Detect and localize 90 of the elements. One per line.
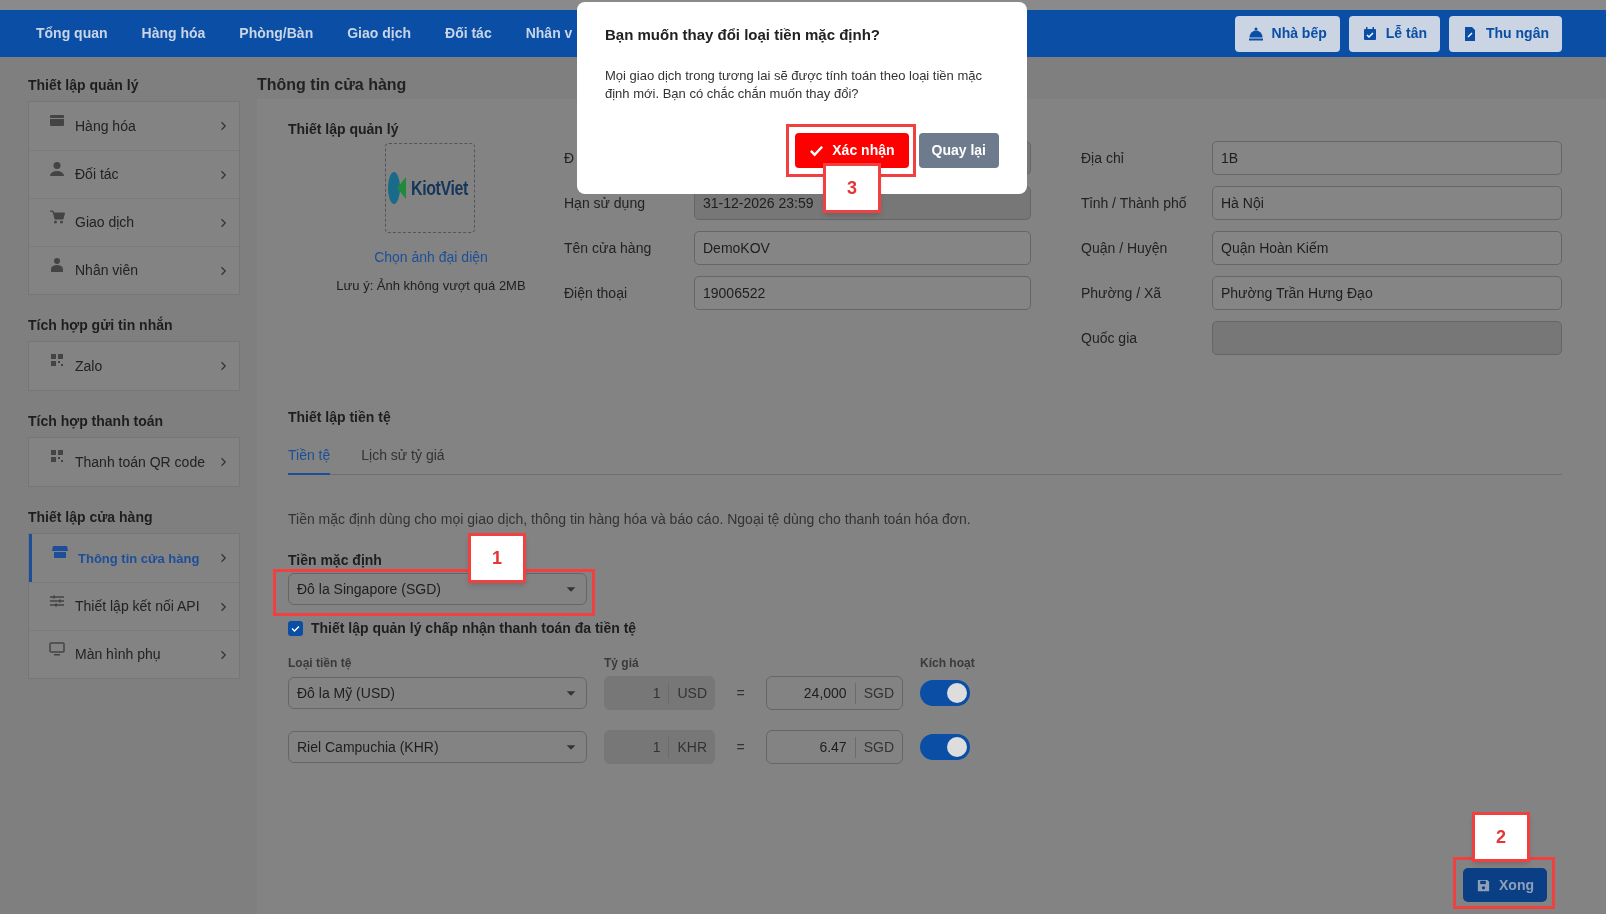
nav-item[interactable]: Giao dịch bbox=[339, 19, 419, 48]
logo-text: KiotViet bbox=[411, 176, 469, 201]
monitor-icon bbox=[49, 641, 65, 657]
equals-sign: = bbox=[735, 737, 746, 757]
sidebar-section-title: Tích hợp gửi tin nhắn bbox=[28, 315, 174, 335]
toolbar-button[interactable]: Lễ tân bbox=[1348, 15, 1440, 52]
toolbar-button[interactable]: Thu ngân bbox=[1449, 15, 1562, 52]
field-label: Tiền mặc định bbox=[288, 552, 382, 568]
text-field[interactable]: Quận Hoàn Kiếm bbox=[1212, 231, 1562, 265]
sidebar-item-label: Zalo bbox=[75, 357, 104, 375]
checkbox[interactable] bbox=[288, 621, 303, 636]
sidebar-item[interactable]: Thanh toán QR code bbox=[29, 438, 239, 486]
rate-field: 1 USD bbox=[604, 676, 715, 710]
toolbar-button[interactable]: Nhà bếp bbox=[1234, 15, 1340, 52]
grid-icon bbox=[49, 448, 65, 464]
field-label: Quốc gia bbox=[1081, 328, 1139, 348]
dialog-message: Mọi giao dịch trong tương lai sẽ được tính toán theo loại tiền mặc định mới. Bạn có chắc chắn muốn thay đổi? bbox=[605, 66, 983, 103]
field-label: Tên cửa hàng bbox=[564, 238, 653, 258]
section-title: Thiết lập quản lý bbox=[288, 120, 399, 139]
box-icon bbox=[49, 112, 65, 128]
sidebar-item[interactable]: Thiết lập kết nối API bbox=[29, 582, 239, 630]
dialog-title: Bạn muốn thay đổi loại tiền mặc định? bbox=[605, 25, 882, 45]
field-label: Hạn sử dụng bbox=[564, 193, 646, 213]
step-number-callout: 3 bbox=[823, 163, 881, 213]
rate-field: 1 KHR bbox=[604, 730, 715, 764]
text-field[interactable]: Phường Trần Hưng Đạo bbox=[1212, 276, 1562, 310]
column-header: Tỷ giá bbox=[604, 655, 640, 672]
field-label: Điện thoại bbox=[564, 283, 629, 303]
confirm-button[interactable]: Xác nhận bbox=[795, 132, 909, 168]
sidebar-item[interactable]: Màn hình phụ bbox=[29, 630, 239, 678]
toggle-switch[interactable] bbox=[920, 680, 970, 706]
currency-tab[interactable]: Lịch sử tỷ giá bbox=[361, 445, 445, 474]
field-label: Quận / Huyện bbox=[1081, 238, 1169, 258]
person-icon bbox=[49, 257, 65, 273]
currency-dropdown[interactable]: Riel Campuchia (KHR) bbox=[288, 731, 587, 763]
step-number-callout: 1 bbox=[468, 533, 526, 583]
logo-mark-icon bbox=[387, 171, 408, 205]
section-title: Thiết lập tiền tệ bbox=[288, 408, 392, 427]
checkmark-icon bbox=[290, 623, 301, 634]
sidebar-section-title: Tích hợp thanh toán bbox=[28, 412, 165, 431]
nav-item[interactable]: Phòng/Bàn bbox=[231, 19, 322, 48]
nav-item[interactable]: Nhân v bbox=[517, 19, 581, 48]
nav-item[interactable]: Hàng hóa bbox=[133, 19, 214, 48]
field-label: Phường / Xã bbox=[1081, 283, 1163, 303]
text-field[interactable]: 19006522 bbox=[694, 276, 1031, 310]
column-header: Kích hoạt bbox=[920, 655, 975, 672]
currency-dropdown[interactable]: Đô la Mỹ (USD) bbox=[288, 677, 587, 709]
cloche-icon bbox=[1247, 25, 1264, 42]
cart-icon bbox=[49, 209, 65, 225]
column-header: Loại tiền tệ bbox=[288, 655, 353, 672]
sidebar-item-label: Hàng hóa bbox=[75, 117, 137, 135]
person-icon bbox=[49, 161, 65, 177]
sidebar-item[interactable]: Đối tác bbox=[29, 150, 239, 198]
text-field[interactable]: Hà Nội bbox=[1212, 186, 1562, 220]
equals-sign: = bbox=[735, 683, 746, 703]
checkbox-label: Thiết lập quản lý chấp nhận thanh toán đa tiền tệ bbox=[311, 619, 637, 638]
sidebar-item-label: Thanh toán QR code bbox=[75, 453, 206, 471]
step-number-callout: 2 bbox=[1472, 812, 1530, 862]
sidebar-item-label: Thiết lập kết nối API bbox=[75, 598, 201, 615]
sidebar-item-label: Nhân viên bbox=[75, 262, 140, 279]
photo-size-note: Lưu ý: Ảnh không vượt quá 2MB bbox=[336, 278, 526, 294]
calendar-icon bbox=[1361, 25, 1378, 42]
toggle-switch[interactable] bbox=[920, 734, 970, 760]
page-title: Thông tin cửa hàng bbox=[257, 76, 407, 93]
text-field[interactable]: 1B bbox=[1212, 141, 1562, 175]
document-icon bbox=[1462, 25, 1478, 42]
field-label: Đ bbox=[564, 148, 576, 168]
save-button[interactable]: Xong bbox=[1463, 868, 1547, 902]
nav-item[interactable]: Đối tác bbox=[437, 19, 500, 48]
sidebar-section-title: Thiết lập cửa hàng bbox=[28, 508, 154, 527]
sidebar-item[interactable]: Hàng hóa bbox=[29, 102, 239, 150]
field-label: Tỉnh / Thành phố bbox=[1081, 193, 1188, 213]
rate-field[interactable]: 6.47 SGD bbox=[766, 730, 903, 764]
sidebar-section-title: Thiết lập quản lý bbox=[28, 76, 140, 95]
sidebar-item-label: Màn hình phụ bbox=[75, 646, 162, 663]
sliders-icon bbox=[49, 593, 65, 609]
sidebar-item-label: Thông tin cửa hàng bbox=[78, 549, 201, 567]
grid-icon bbox=[49, 352, 65, 368]
sidebar-item[interactable]: Giao dịch bbox=[29, 198, 239, 246]
sidebar-item[interactable]: Nhân viên bbox=[29, 246, 239, 294]
text-field[interactable]: DemoKOV bbox=[694, 231, 1031, 265]
store-icon bbox=[52, 544, 68, 560]
back-button[interactable]: Quay lại bbox=[918, 132, 999, 168]
currency-description: Tiền mặc định dùng cho mọi giao dịch, thông tin hàng hóa và báo cáo. Ngoại tệ dùng cho thanh toán hóa đơn. bbox=[288, 510, 972, 529]
sidebar-item[interactable]: Zalo bbox=[29, 342, 239, 390]
rate-field[interactable]: 24,000 SGD bbox=[766, 676, 903, 710]
sidebar-item-label: Đối tác bbox=[75, 166, 120, 183]
nav-item[interactable]: Tổng quan bbox=[28, 19, 116, 48]
sidebar-item-label: Giao dịch bbox=[75, 214, 136, 231]
field-label: Địa chỉ bbox=[1081, 148, 1125, 168]
